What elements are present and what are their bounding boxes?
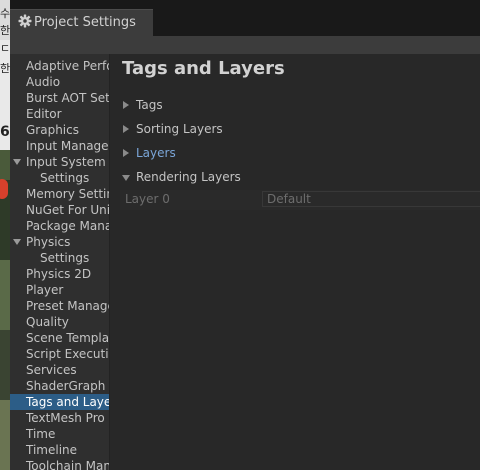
sidebar-item-label: Quality [26, 315, 69, 329]
sidebar-item-label: Settings [40, 171, 90, 185]
settings-sidebar: Adaptive Performance Audio Burst AOT Setti… [10, 54, 110, 470]
sidebar-item-label: Input System Package [26, 155, 109, 169]
foldout-label: Sorting Layers [136, 122, 223, 136]
sidebar-item[interactable]: Burst AOT Settings [10, 90, 109, 106]
sidebar-item[interactable]: Time [10, 426, 109, 442]
sidebar-item-label: Audio [26, 75, 61, 89]
window-toolbar [10, 36, 480, 55]
expand-arrow-icon[interactable] [13, 239, 21, 245]
sidebar-item-label: Timeline [26, 443, 78, 457]
sidebar-item-label: Graphics [26, 123, 79, 137]
project-settings-window: Project Settings Adaptive Performance Aud… [10, 0, 480, 470]
window-titlebar: Project Settings [10, 0, 480, 36]
sidebar-item-label: Time [26, 427, 56, 441]
sidebar-item-label: Adaptive Performance [26, 59, 109, 73]
sidebar-item[interactable]: Editor [10, 106, 109, 122]
foldout-collapsed-icon[interactable] [123, 101, 129, 109]
sidebar-item[interactable]: Physics [10, 234, 109, 250]
sidebar-item-label: Settings [40, 251, 90, 265]
sidebar-item-label: Toolchain Management [26, 459, 109, 470]
sidebar-item[interactable]: Toolchain Management [10, 458, 109, 470]
sidebar-item-label: Memory Settings [26, 187, 109, 201]
sidebar-item[interactable]: Player [10, 282, 109, 298]
sidebar-item-label: Physics 2D [26, 267, 92, 281]
background-badge [0, 179, 8, 199]
sidebar-item[interactable]: Package Manager [10, 218, 109, 234]
sidebar-item-label: ShaderGraph [26, 379, 106, 393]
expand-arrow-icon[interactable] [13, 159, 21, 165]
sidebar-item[interactable]: Input System Package [10, 154, 109, 170]
background-glyph: 한 [0, 24, 11, 37]
sidebar-item-label: Input Manager [26, 139, 109, 153]
tab-title: Project Settings [34, 15, 136, 30]
background-glyph: 한 [0, 62, 11, 75]
foldout-label: Tags [136, 98, 163, 112]
layer-0-name-field[interactable]: Default [262, 191, 480, 207]
sidebar-item[interactable]: Settings [10, 250, 109, 266]
foldout-label: Layers [136, 146, 176, 160]
sidebar-item[interactable]: ShaderGraph [10, 378, 109, 394]
background-glyph: 6 [0, 124, 10, 140]
sidebar-item[interactable]: Audio [10, 74, 109, 90]
foldout-label: Rendering Layers [136, 170, 241, 184]
sidebar-item-label: Editor [26, 107, 62, 121]
sidebar-item-label: Player [26, 283, 64, 297]
sidebar-item[interactable]: TextMesh Pro [10, 410, 109, 426]
sidebar-item[interactable]: Quality [10, 314, 109, 330]
sidebar-item[interactable]: Tags and Layers [10, 394, 109, 410]
sidebar-item-label: Physics [26, 235, 71, 249]
sidebar-item[interactable]: Script Execution Order [10, 346, 109, 362]
foldout-collapsed-icon[interactable] [123, 149, 129, 157]
sidebar-item-label: Package Manager [26, 219, 109, 233]
sidebar-item[interactable]: Scene Template [10, 330, 109, 346]
page-title: Tags and Layers [122, 58, 285, 79]
rendering-layer-row: Layer 0 Default [120, 190, 480, 210]
background-glyph: ㄷ [0, 42, 11, 55]
sidebar-item-label: Script Execution Order [26, 347, 109, 361]
sidebar-item[interactable]: Physics 2D [10, 266, 109, 282]
gear-icon [18, 14, 32, 28]
sidebar-item-label: Preset Manager [26, 299, 109, 313]
sidebar-item[interactable]: Input Manager [10, 138, 109, 154]
background-glyph: 수 [0, 7, 11, 20]
settings-content: Tags and Layers Tags Sorting Layers Layers… [110, 54, 480, 470]
sidebar-item[interactable]: Preset Manager [10, 298, 109, 314]
layer-0-label: Layer 0 [125, 192, 170, 206]
sidebar-item-label: Scene Template [26, 331, 109, 345]
sidebar-item-label: Tags and Layers [26, 395, 109, 409]
sidebar-item[interactable]: Services [10, 362, 109, 378]
foldout-expanded-icon[interactable] [122, 175, 130, 181]
sidebar-item[interactable]: Settings [10, 170, 109, 186]
tab-project-settings[interactable]: Project Settings [10, 9, 153, 36]
sidebar-item-label: Burst AOT Settings [26, 91, 109, 105]
sidebar-item[interactable]: NuGet For Unity [10, 202, 109, 218]
foldout-collapsed-icon[interactable] [123, 125, 129, 133]
sidebar-item[interactable]: Memory Settings [10, 186, 109, 202]
sidebar-item[interactable]: Timeline [10, 442, 109, 458]
sidebar-item-label: NuGet For Unity [26, 203, 109, 217]
sidebar-item-label: TextMesh Pro [26, 411, 105, 425]
sidebar-item[interactable]: Graphics [10, 122, 109, 138]
sidebar-item-label: Services [26, 363, 77, 377]
sidebar-item[interactable]: Adaptive Performance [10, 58, 109, 74]
